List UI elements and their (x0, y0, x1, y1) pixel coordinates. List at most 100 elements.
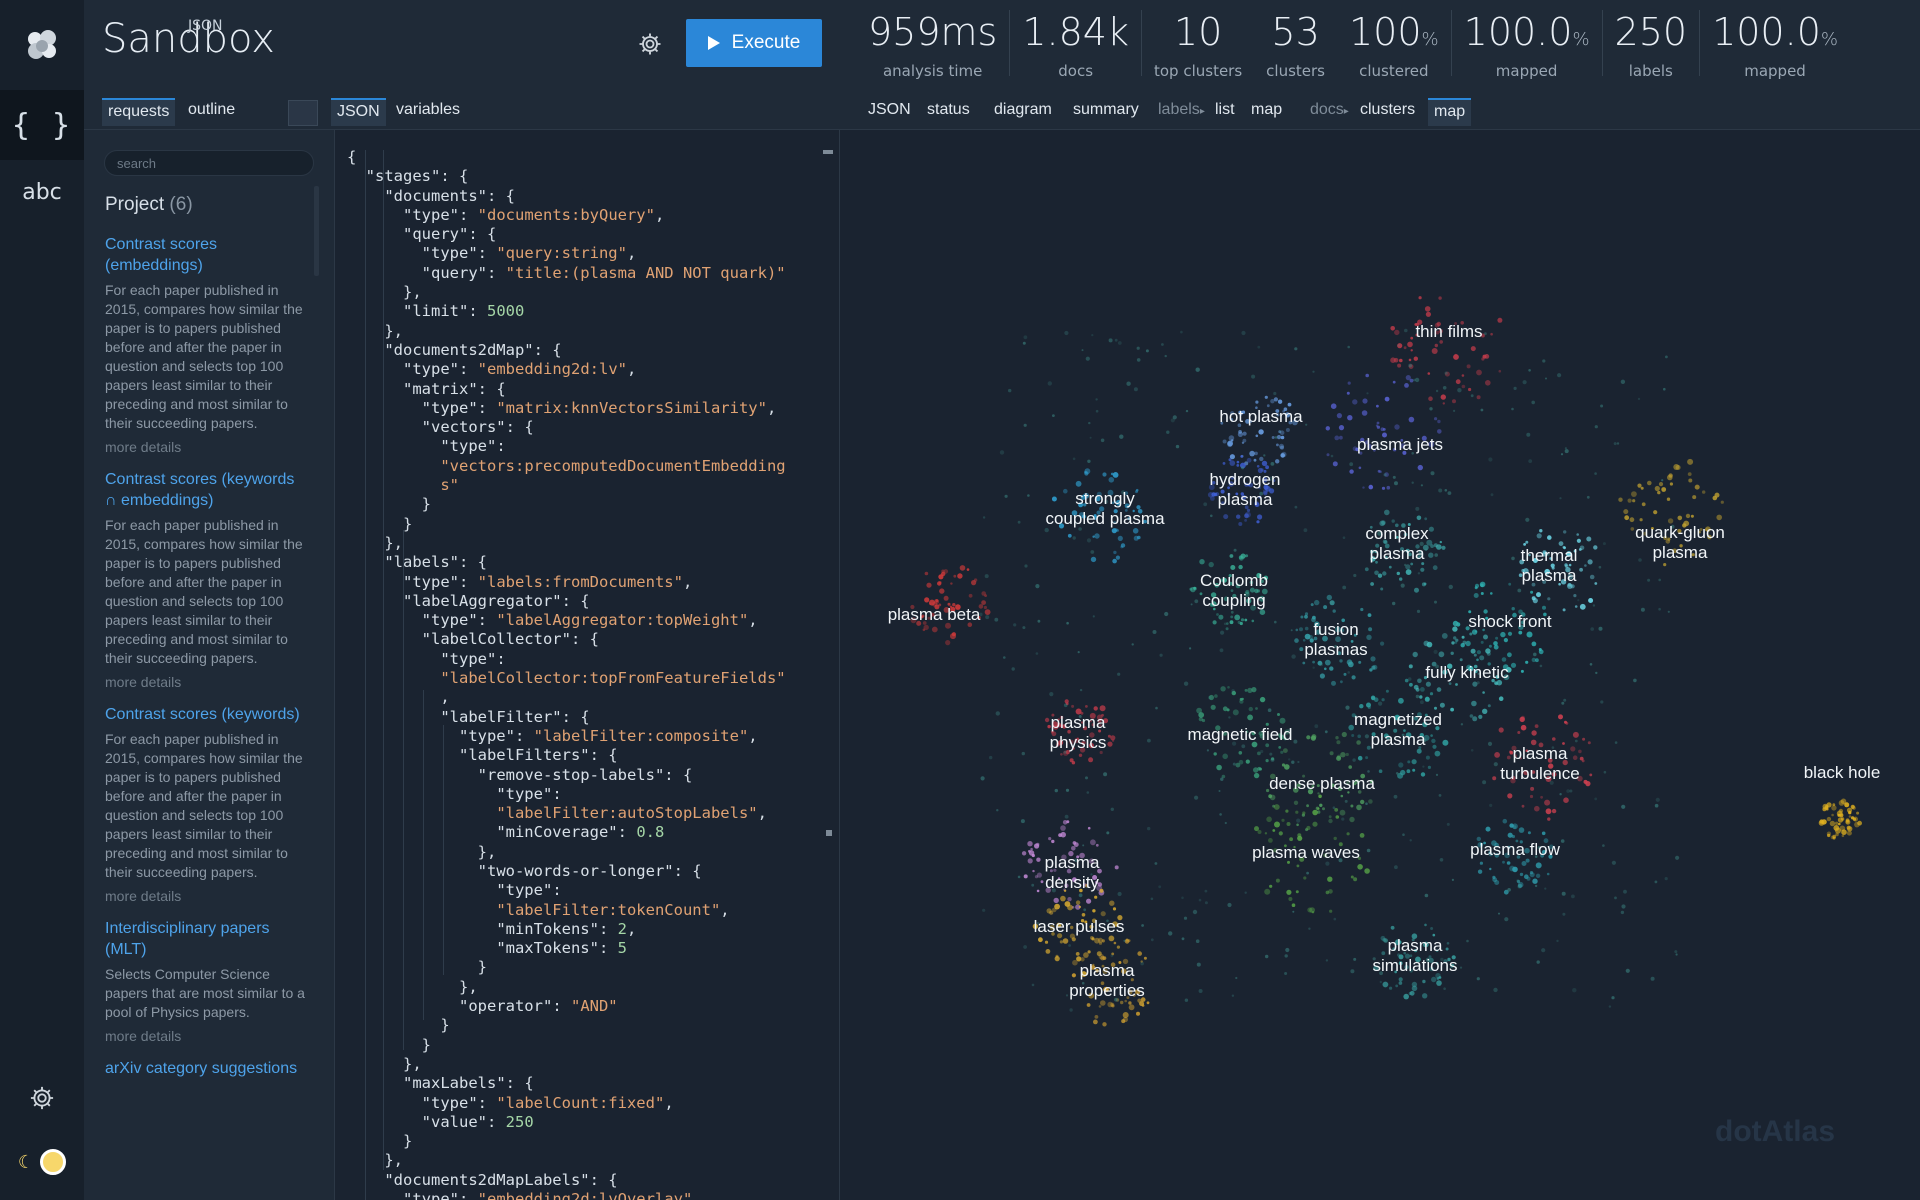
document-dot[interactable] (1065, 788, 1070, 792)
document-dot[interactable] (1229, 554, 1233, 558)
document-dot[interactable] (1490, 332, 1493, 336)
document-dot[interactable] (1526, 631, 1533, 638)
document-dot[interactable] (1834, 821, 1839, 825)
document-dot[interactable] (1333, 917, 1337, 921)
document-dot[interactable] (1137, 535, 1141, 540)
document-dot[interactable] (1826, 831, 1831, 836)
document-dot[interactable] (1572, 755, 1578, 760)
document-dot[interactable] (1545, 808, 1552, 815)
document-dot[interactable] (1519, 716, 1525, 723)
document-dot[interactable] (1547, 597, 1551, 601)
document-dot[interactable] (1198, 717, 1203, 722)
document-dot[interactable] (1371, 665, 1376, 670)
document-dot[interactable] (1192, 909, 1198, 915)
document-dot[interactable] (1184, 998, 1189, 1002)
document-dot[interactable] (1204, 901, 1208, 905)
document-dot[interactable] (1108, 477, 1115, 483)
document-dot[interactable] (1347, 345, 1350, 349)
document-dot[interactable] (1046, 908, 1052, 914)
document-dot[interactable] (1353, 957, 1357, 961)
document-dot[interactable] (1079, 688, 1083, 692)
document-dot[interactable] (1407, 677, 1412, 681)
document-dot[interactable] (1587, 559, 1593, 565)
document-dot[interactable] (1086, 1003, 1091, 1007)
document-dot[interactable] (1085, 356, 1090, 361)
document-dot[interactable] (1851, 816, 1855, 820)
document-dot[interactable] (1141, 924, 1144, 927)
document-dot[interactable] (1295, 810, 1299, 814)
tab-result-status[interactable]: status (921, 98, 976, 126)
request-link[interactable]: Interdisciplinary papers (MLT) (105, 918, 305, 960)
document-dot[interactable] (1831, 813, 1834, 817)
document-dot[interactable] (1382, 981, 1389, 988)
document-dot[interactable] (1451, 878, 1454, 882)
document-dot[interactable] (1322, 807, 1325, 811)
document-dot[interactable] (1360, 607, 1364, 612)
document-dot[interactable] (1088, 757, 1094, 763)
document-dot[interactable] (1534, 884, 1538, 888)
document-dot[interactable] (1255, 434, 1259, 438)
document-dot[interactable] (1503, 638, 1508, 643)
document-dot[interactable] (1376, 404, 1379, 408)
document-dot[interactable] (1257, 514, 1263, 520)
document-dot[interactable] (945, 640, 951, 646)
document-dot[interactable] (1128, 1004, 1135, 1011)
document-dot[interactable] (1244, 618, 1248, 622)
document-dot[interactable] (1654, 880, 1658, 884)
document-dot[interactable] (1133, 387, 1138, 392)
document-dot[interactable] (1251, 374, 1256, 379)
document-dot[interactable] (1168, 931, 1173, 936)
document-dot[interactable] (1047, 381, 1052, 386)
document-dot[interactable] (1479, 655, 1485, 661)
document-dot[interactable] (1480, 640, 1484, 644)
document-dot[interactable] (1466, 939, 1469, 943)
document-dot[interactable] (1530, 590, 1534, 594)
document-dot[interactable] (1346, 659, 1353, 665)
document-dot[interactable] (1044, 717, 1050, 723)
document-dot[interactable] (1618, 497, 1623, 502)
document-dot[interactable] (924, 597, 930, 603)
document-dot[interactable] (1455, 379, 1461, 385)
document-dot[interactable] (1332, 806, 1336, 809)
document-dot[interactable] (1239, 697, 1243, 701)
document-dot[interactable] (943, 569, 949, 574)
document-dot[interactable] (1310, 735, 1316, 741)
document-dot[interactable] (1137, 951, 1142, 956)
document-dot[interactable] (1063, 703, 1068, 708)
document-dot[interactable] (1663, 563, 1667, 567)
document-dot[interactable] (1398, 697, 1404, 704)
document-dot[interactable] (1578, 749, 1582, 754)
document-dot[interactable] (1237, 620, 1241, 624)
document-dot[interactable] (1400, 583, 1405, 588)
document-dot[interactable] (1327, 876, 1333, 882)
document-dot[interactable] (1066, 820, 1070, 824)
document-dot[interactable] (1353, 877, 1358, 882)
document-dot[interactable] (1621, 804, 1626, 809)
document-dot[interactable] (1485, 826, 1491, 832)
document-dot[interactable] (1284, 954, 1288, 958)
document-dot[interactable] (1526, 432, 1531, 437)
document-dot[interactable] (1409, 682, 1413, 687)
document-dot[interactable] (1394, 424, 1400, 430)
document-dot[interactable] (1495, 636, 1499, 640)
document-dot[interactable] (1669, 482, 1673, 486)
document-dot[interactable] (1255, 400, 1259, 404)
document-dot[interactable] (1324, 667, 1327, 671)
document-dot[interactable] (1438, 488, 1443, 493)
document-dot[interactable] (1213, 752, 1217, 756)
document-dot[interactable] (1507, 652, 1512, 658)
document-dot[interactable] (1064, 330, 1069, 336)
document-dot[interactable] (1128, 1001, 1132, 1005)
document-dot[interactable] (1428, 526, 1434, 532)
document-dot[interactable] (1586, 495, 1590, 499)
document-dot[interactable] (1450, 651, 1454, 655)
document-dot[interactable] (1455, 638, 1459, 642)
document-dot[interactable] (1230, 615, 1234, 619)
document-dot[interactable] (1459, 966, 1463, 969)
document-dot[interactable] (1602, 844, 1605, 847)
document-dot[interactable] (1504, 917, 1509, 922)
document-dot[interactable] (1325, 959, 1329, 962)
document-dot[interactable] (1248, 706, 1253, 712)
document-dot[interactable] (1100, 438, 1105, 443)
document-dot[interactable] (1556, 939, 1559, 943)
